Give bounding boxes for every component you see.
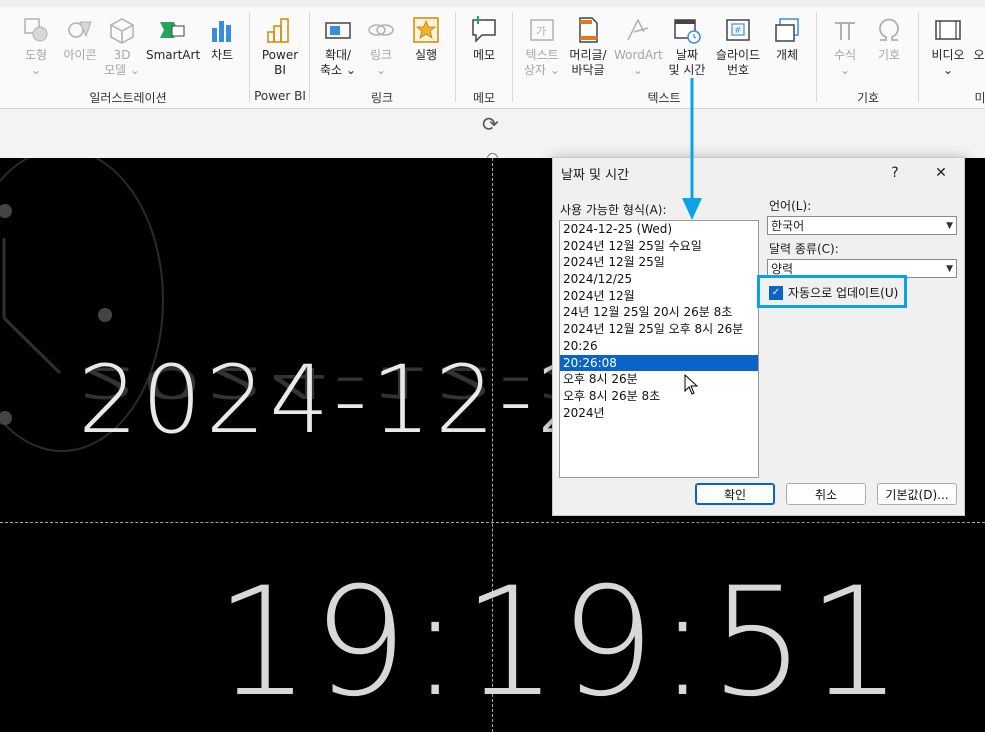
mouse-cursor-icon bbox=[684, 374, 699, 395]
annotation-arrow bbox=[682, 78, 702, 220]
